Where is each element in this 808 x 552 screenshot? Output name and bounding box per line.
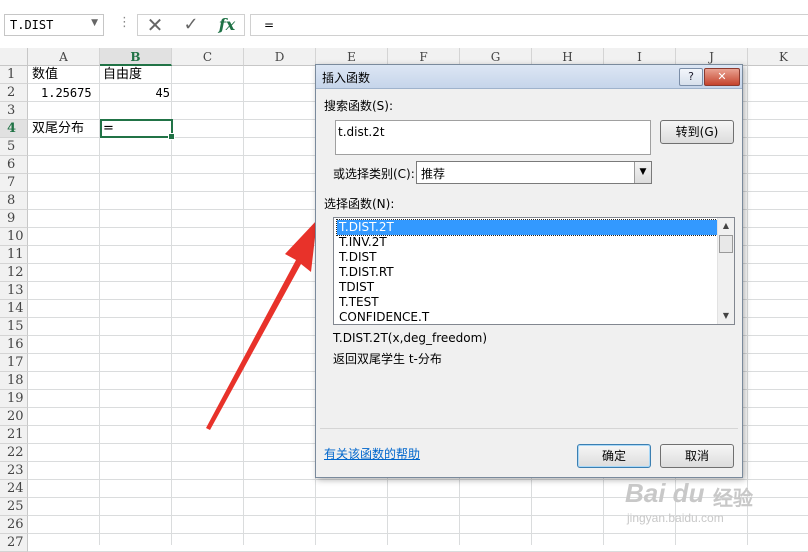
search-label: 搜索函数(S): <box>324 99 394 113</box>
column-header-a[interactable]: A <box>28 48 100 66</box>
watermark-label: 经验 <box>713 486 753 510</box>
insert-function-icon[interactable]: fx <box>212 14 242 36</box>
name-box[interactable]: T.DIST ▼ <box>4 14 104 36</box>
cell-a4[interactable]: 双尾分布 <box>32 120 84 138</box>
help-button[interactable]: ? <box>679 68 703 86</box>
divider <box>320 428 738 429</box>
row-header-24[interactable]: 24 <box>0 480 28 498</box>
column-header-c[interactable]: C <box>172 48 244 66</box>
search-input[interactable]: t.dist.2t <box>335 120 651 155</box>
function-list[interactable]: T.DIST.2T T.INV.2T T.DIST T.DIST.RT TDIST T.T… <box>333 217 735 325</box>
select-function-label: 选择函数(N): <box>324 197 395 211</box>
scroll-down-icon[interactable]: ▼ <box>718 308 734 324</box>
watermark-url: jingyan.baidu.com <box>627 511 724 525</box>
function-list-item[interactable]: TDIST <box>337 280 719 295</box>
row-header-15[interactable]: 15 <box>0 318 28 336</box>
column-header-d[interactable]: D <box>244 48 316 66</box>
row-header-14[interactable]: 14 <box>0 300 28 318</box>
dialog-title: 插入函数 <box>322 71 371 85</box>
row-header-8[interactable]: 8 <box>0 192 28 210</box>
scroll-thumb[interactable] <box>719 235 733 253</box>
row-header-3[interactable]: 3 <box>0 102 28 120</box>
row-header-7[interactable]: 7 <box>0 174 28 192</box>
function-list-item[interactable]: T.DIST.RT <box>337 265 719 280</box>
search-input-value: t.dist.2t <box>338 125 385 139</box>
row-header-12[interactable]: 12 <box>0 264 28 282</box>
row-header-13[interactable]: 13 <box>0 282 28 300</box>
function-list-item[interactable]: CONFIDENCE.T <box>337 310 719 324</box>
list-scrollbar[interactable]: ▲ ▼ <box>717 218 734 324</box>
cell-b4[interactable]: = <box>103 120 114 138</box>
baidu-watermark: Bai du 经验 jingyan.baidu.com <box>625 478 800 538</box>
dialog-titlebar[interactable]: 插入函数 ? ✕ <box>316 65 742 89</box>
formula-input[interactable]: = <box>250 14 808 36</box>
function-list-item[interactable]: T.TEST <box>337 295 719 310</box>
category-dropdown[interactable]: 推荐 ▼ <box>416 161 652 184</box>
chevron-down-icon[interactable]: ▼ <box>91 18 98 28</box>
chevron-down-icon[interactable]: ▼ <box>634 162 651 183</box>
row-header-10[interactable]: 10 <box>0 228 28 246</box>
row-header-5[interactable]: 5 <box>0 138 28 156</box>
formula-bar-separator: ⋮ <box>118 15 131 30</box>
row-header-19[interactable]: 19 <box>0 390 28 408</box>
row-header-4[interactable]: 4 <box>0 120 28 138</box>
name-box-value: T.DIST <box>10 18 54 32</box>
close-button[interactable]: ✕ <box>704 68 740 86</box>
row-header-1[interactable]: 1 <box>0 66 28 84</box>
row-header-25[interactable]: 25 <box>0 498 28 516</box>
cell-b1[interactable]: 自由度 <box>103 66 142 84</box>
cell-b2[interactable]: 45 <box>103 84 170 102</box>
function-list-item[interactable]: T.DIST <box>337 250 719 265</box>
function-description: 返回双尾学生 t-分布 <box>333 352 442 366</box>
row-header-26[interactable]: 26 <box>0 516 28 534</box>
row-header-22[interactable]: 22 <box>0 444 28 462</box>
row-header-21[interactable]: 21 <box>0 426 28 444</box>
function-list-item[interactable]: T.INV.2T <box>337 235 719 250</box>
row-header-6[interactable]: 6 <box>0 156 28 174</box>
row-header-9[interactable]: 9 <box>0 210 28 228</box>
column-header-k[interactable]: K <box>748 48 808 66</box>
insert-function-dialog: 插入函数 ? ✕ 搜索函数(S): t.dist.2t 转到(G) 或选择类别(… <box>315 64 743 478</box>
category-value: 推荐 <box>421 167 446 181</box>
function-list-item[interactable]: T.DIST.2T <box>336 219 720 236</box>
scroll-up-icon[interactable]: ▲ <box>718 218 734 234</box>
formula-bar: T.DIST ▼ ⋮ ✕ ✓ fx = <box>0 0 808 48</box>
row-header-2[interactable]: 2 <box>0 84 28 102</box>
cancel-icon[interactable]: ✕ <box>140 14 170 36</box>
go-button[interactable]: 转到(G) <box>660 120 734 144</box>
row-header-18[interactable]: 18 <box>0 372 28 390</box>
fill-handle[interactable] <box>168 133 175 140</box>
enter-check-icon[interactable]: ✓ <box>176 14 206 36</box>
column-header-b[interactable]: B <box>100 48 172 66</box>
formula-buttons: ✕ ✓ fx <box>137 14 245 36</box>
cancel-button[interactable]: 取消 <box>660 444 734 468</box>
row-header-20[interactable]: 20 <box>0 408 28 426</box>
select-all-corner[interactable] <box>0 48 28 66</box>
formula-text: = <box>264 18 275 32</box>
function-syntax: T.DIST.2T(x,deg_freedom) <box>333 331 488 345</box>
row-header-17[interactable]: 17 <box>0 354 28 372</box>
watermark-logo: Bai du <box>625 478 705 508</box>
cell-a2[interactable]: 1.25675 <box>41 84 92 102</box>
ok-button[interactable]: 确定 <box>577 444 651 468</box>
category-label: 或选择类别(C): <box>333 167 415 181</box>
cell-a1[interactable]: 数值 <box>32 66 58 84</box>
row-header-23[interactable]: 23 <box>0 462 28 480</box>
row-header-16[interactable]: 16 <box>0 336 28 354</box>
row-header-27[interactable]: 27 <box>0 534 28 552</box>
row-header-11[interactable]: 11 <box>0 246 28 264</box>
function-help-link[interactable]: 有关该函数的帮助 <box>324 445 420 462</box>
